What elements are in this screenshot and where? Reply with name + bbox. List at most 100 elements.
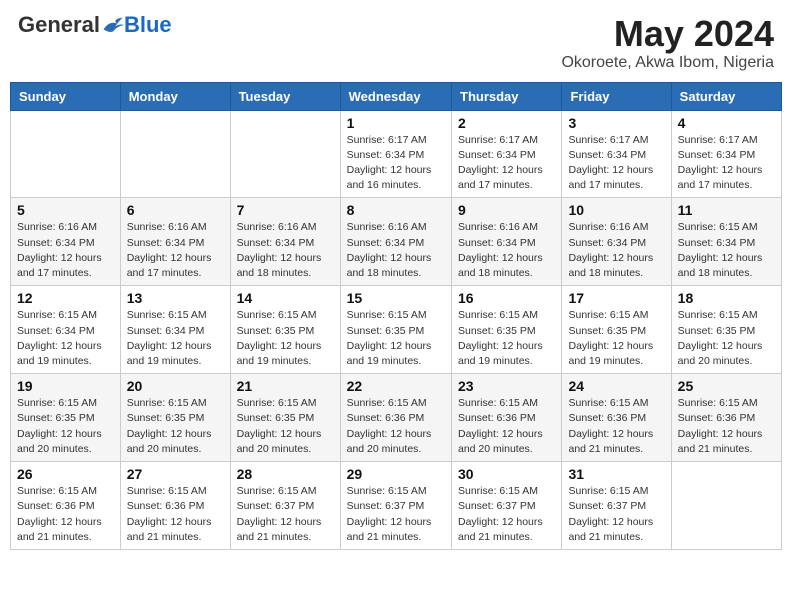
day-number: 23 [458, 378, 555, 394]
day-info: Sunrise: 6:17 AM Sunset: 6:34 PM Dayligh… [678, 133, 775, 194]
day-number: 11 [678, 202, 775, 218]
day-number: 25 [678, 378, 775, 394]
table-row: 28 Sunrise: 6:15 AM Sunset: 6:37 PM Dayli… [230, 462, 340, 550]
table-row: 22 Sunrise: 6:15 AM Sunset: 6:36 PM Dayli… [340, 374, 451, 462]
table-row: 27 Sunrise: 6:15 AM Sunset: 6:36 PM Dayli… [120, 462, 230, 550]
day-info: Sunrise: 6:15 AM Sunset: 6:37 PM Dayligh… [237, 484, 334, 545]
calendar-header-row: Sunday Monday Tuesday Wednesday Thursday… [11, 82, 782, 110]
day-info: Sunrise: 6:15 AM Sunset: 6:34 PM Dayligh… [127, 308, 224, 369]
day-info: Sunrise: 6:15 AM Sunset: 6:35 PM Dayligh… [347, 308, 445, 369]
day-number: 5 [17, 202, 114, 218]
table-row: 20Sunrise: 6:15 AM Sunset: 6:35 PM Dayli… [120, 374, 230, 462]
table-row: 25 Sunrise: 6:15 AM Sunset: 6:36 PM Dayli… [671, 374, 781, 462]
day-number: 3 [568, 115, 664, 131]
day-number: 27 [127, 466, 224, 482]
day-number: 20 [127, 378, 224, 394]
day-info: Sunrise: 6:15 AM Sunset: 6:36 PM Dayligh… [458, 396, 555, 457]
day-info: Sunrise: 6:16 AM Sunset: 6:34 PM Dayligh… [347, 220, 445, 281]
day-info: Sunrise: 6:15 AM Sunset: 6:37 PM Dayligh… [458, 484, 555, 545]
table-row: 14 Sunrise: 6:15 AM Sunset: 6:35 PM Dayli… [230, 286, 340, 374]
day-number: 15 [347, 290, 445, 306]
table-row: 12 Sunrise: 6:15 AM Sunset: 6:34 PM Dayli… [11, 286, 121, 374]
day-info: Sunrise: 6:15 AM Sunset: 6:34 PM Dayligh… [17, 308, 114, 369]
table-row [671, 462, 781, 550]
day-number: 30 [458, 466, 555, 482]
day-number: 13 [127, 290, 224, 306]
day-number: 24 [568, 378, 664, 394]
day-info: Sunrise: 6:15 AM Sunset: 6:35 PM Dayligh… [237, 308, 334, 369]
day-number: 6 [127, 202, 224, 218]
table-row: 1 Sunrise: 6:17 AM Sunset: 6:34 PM Daylig… [340, 110, 451, 198]
day-info: Sunrise: 6:17 AM Sunset: 6:34 PM Dayligh… [347, 133, 445, 194]
table-row: 19Sunrise: 6:15 AM Sunset: 6:35 PM Dayli… [11, 374, 121, 462]
day-info: Sunrise: 6:15 AM Sunset: 6:36 PM Dayligh… [678, 396, 775, 457]
calendar-week-row: 19 Sunrise: 6:15 AM Sunset: 6:35 PM Dayli… [11, 374, 782, 462]
day-info: Sunrise: 6:15 AM Sunset: 6:35 PM Dayligh… [568, 308, 664, 369]
header-saturday: Saturday [671, 82, 781, 110]
day-number: 2 [458, 115, 555, 131]
day-number: 22 [347, 378, 445, 394]
day-info: Sunrise: 6:16 AM Sunset: 6:34 PM Dayligh… [17, 220, 114, 281]
day-number: 12 [17, 290, 114, 306]
table-row [11, 110, 121, 198]
day-number: 21 [237, 378, 334, 394]
day-info: Sunrise: 6:16 AM Sunset: 6:34 PM Dayligh… [458, 220, 555, 281]
logo-blue-text: Blue [124, 14, 172, 36]
day-number: 7 [237, 202, 334, 218]
table-row [120, 110, 230, 198]
table-row: 29Sunrise: 6:15 AM Sunset: 6:37 PM Dayli… [340, 462, 451, 550]
calendar-week-row: 12 Sunrise: 6:15 AM Sunset: 6:34 PM Dayli… [11, 286, 782, 374]
calendar-table: Sunday Monday Tuesday Wednesday Thursday… [10, 82, 782, 550]
table-row: 17Sunrise: 6:15 AM Sunset: 6:35 PM Dayli… [562, 286, 671, 374]
calendar-week-row: 5 Sunrise: 6:16 AM Sunset: 6:34 PM Daylig… [11, 198, 782, 286]
table-row: 3 Sunrise: 6:17 AM Sunset: 6:34 PM Daylig… [562, 110, 671, 198]
day-info: Sunrise: 6:15 AM Sunset: 6:36 PM Dayligh… [347, 396, 445, 457]
day-number: 1 [347, 115, 445, 131]
table-row: 26 Sunrise: 6:15 AM Sunset: 6:36 PM Dayli… [11, 462, 121, 550]
header-friday: Friday [562, 82, 671, 110]
day-info: Sunrise: 6:15 AM Sunset: 6:36 PM Dayligh… [17, 484, 114, 545]
table-row: 15 Sunrise: 6:15 AM Sunset: 6:35 PM Dayli… [340, 286, 451, 374]
header-wednesday: Wednesday [340, 82, 451, 110]
day-number: 26 [17, 466, 114, 482]
page-header: General Blue May 2024 Okoroete, Akwa Ibo… [10, 10, 782, 76]
day-number: 16 [458, 290, 555, 306]
day-number: 14 [237, 290, 334, 306]
location-subtitle: Okoroete, Akwa Ibom, Nigeria [561, 54, 774, 72]
day-number: 19 [17, 378, 114, 394]
header-sunday: Sunday [11, 82, 121, 110]
day-number: 9 [458, 202, 555, 218]
header-thursday: Thursday [452, 82, 562, 110]
day-number: 18 [678, 290, 775, 306]
day-info: Sunrise: 6:15 AM Sunset: 6:35 PM Dayligh… [458, 308, 555, 369]
table-row: 13 Sunrise: 6:15 AM Sunset: 6:34 PM Dayli… [120, 286, 230, 374]
day-info: Sunrise: 6:17 AM Sunset: 6:34 PM Dayligh… [568, 133, 664, 194]
table-row: 9 Sunrise: 6:16 AM Sunset: 6:34 PM Daylig… [452, 198, 562, 286]
day-info: Sunrise: 6:15 AM Sunset: 6:35 PM Dayligh… [237, 396, 334, 457]
table-row: 24 Sunrise: 6:15 AM Sunset: 6:36 PM Dayli… [562, 374, 671, 462]
day-info: Sunrise: 6:15 AM Sunset: 6:36 PM Dayligh… [568, 396, 664, 457]
logo-bird-icon [102, 16, 124, 34]
table-row: 18Sunrise: 6:15 AM Sunset: 6:35 PM Dayli… [671, 286, 781, 374]
table-row: 30 Sunrise: 6:15 AM Sunset: 6:37 PM Dayli… [452, 462, 562, 550]
day-info: Sunrise: 6:16 AM Sunset: 6:34 PM Dayligh… [237, 220, 334, 281]
day-info: Sunrise: 6:17 AM Sunset: 6:34 PM Dayligh… [458, 133, 555, 194]
table-row: 5 Sunrise: 6:16 AM Sunset: 6:34 PM Daylig… [11, 198, 121, 286]
table-row: 16 Sunrise: 6:15 AM Sunset: 6:35 PM Dayli… [452, 286, 562, 374]
table-row: 7 Sunrise: 6:16 AM Sunset: 6:34 PM Daylig… [230, 198, 340, 286]
day-number: 28 [237, 466, 334, 482]
day-info: Sunrise: 6:15 AM Sunset: 6:36 PM Dayligh… [127, 484, 224, 545]
day-number: 10 [568, 202, 664, 218]
header-monday: Monday [120, 82, 230, 110]
calendar-week-row: 1 Sunrise: 6:17 AM Sunset: 6:34 PM Daylig… [11, 110, 782, 198]
logo: General Blue [18, 14, 172, 36]
table-row [230, 110, 340, 198]
table-row: 21 Sunrise: 6:15 AM Sunset: 6:35 PM Dayli… [230, 374, 340, 462]
table-row: 11 Sunrise: 6:15 AM Sunset: 6:34 PM Dayli… [671, 198, 781, 286]
table-row: 8 Sunrise: 6:16 AM Sunset: 6:34 PM Daylig… [340, 198, 451, 286]
day-info: Sunrise: 6:15 AM Sunset: 6:34 PM Dayligh… [678, 220, 775, 281]
day-number: 8 [347, 202, 445, 218]
month-year-title: May 2024 [561, 14, 774, 54]
day-info: Sunrise: 6:16 AM Sunset: 6:34 PM Dayligh… [127, 220, 224, 281]
header-tuesday: Tuesday [230, 82, 340, 110]
